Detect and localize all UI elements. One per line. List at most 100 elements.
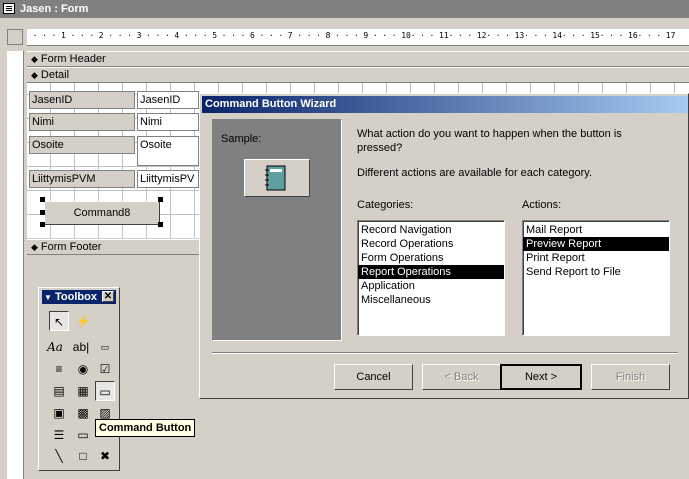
form-header-bar[interactable]: ◆ Form Header — [27, 51, 689, 67]
list-box-icon[interactable]: ▦ — [73, 381, 93, 401]
ruler-mark: 11 — [439, 31, 449, 40]
ruler-tick: · — [410, 31, 416, 40]
field-control[interactable]: JasenID — [137, 91, 199, 109]
action-item[interactable]: Mail Report — [523, 223, 669, 237]
ruler-tick: · — [599, 31, 605, 40]
label-icon[interactable]: Aa — [45, 337, 65, 357]
section-arrow-icon: ◆ — [31, 70, 38, 80]
field-label[interactable]: Nimi — [29, 113, 135, 131]
field-label[interactable]: LiittymisPVM — [29, 170, 135, 188]
horizontal-ruler: 1 · · · 2 · · · 3 · · · 4 · · · 5 · · · 6 · · · 7 · · · 8 · · · 9 · · · 10 · ·… — [27, 29, 689, 46]
ruler-mark: 16 — [628, 31, 638, 40]
form-window-icon — [3, 3, 15, 14]
ruler-mark: 14 — [552, 31, 563, 40]
action-item[interactable]: Send Report to File — [523, 265, 669, 279]
ruler-corner[interactable] — [7, 29, 23, 45]
category-item[interactable]: Form Operations — [358, 251, 504, 265]
ruler-tick: · — [618, 31, 624, 40]
category-item[interactable]: Miscellaneous — [358, 293, 504, 307]
close-icon[interactable]: ✕ — [102, 291, 114, 302]
command-button-icon[interactable]: ▭ — [95, 381, 115, 401]
ruler-tick: · — [344, 31, 350, 40]
ruler-tick: · — [637, 31, 643, 40]
selection-handle[interactable] — [40, 210, 45, 215]
ruler-tick: · — [79, 31, 85, 40]
action-item[interactable]: Print Report — [523, 251, 669, 265]
option-button-icon[interactable]: ◉ — [73, 359, 93, 379]
finish-button[interactable]: Finish — [591, 364, 670, 390]
text-box-icon[interactable]: ab| — [71, 337, 91, 357]
category-item[interactable]: Record Navigation — [358, 223, 504, 237]
ruler-tick: · — [221, 31, 227, 40]
ruler-tick: · — [89, 31, 95, 40]
toggle-button-icon[interactable]: ≡ — [49, 359, 69, 379]
ruler-tick: · — [117, 31, 123, 40]
actions-list[interactable]: Mail Report Preview Report Print Report … — [522, 220, 670, 336]
detail-bar[interactable]: ◆ Detail — [27, 67, 689, 83]
form-header-label: Form Header — [40, 53, 106, 65]
more-controls-icon[interactable]: ✖ — [95, 446, 115, 466]
field-label[interactable]: JasenID — [29, 91, 135, 109]
ruler-tick: · — [609, 31, 614, 40]
category-item[interactable]: Application — [358, 279, 504, 293]
preview-report-icon — [265, 165, 286, 191]
tab-control-icon[interactable]: ▭ — [73, 425, 93, 445]
category-item[interactable]: Record Operations — [358, 237, 504, 251]
field-label[interactable]: Osoite — [29, 136, 135, 154]
image-icon[interactable]: ▣ — [49, 403, 69, 423]
field-control[interactable]: Nimi — [137, 113, 199, 131]
ruler-tick: · — [42, 31, 47, 40]
section-arrow-icon: ◆ — [31, 54, 38, 64]
selection-handle[interactable] — [158, 197, 163, 202]
ruler-tick: · — [240, 31, 246, 40]
ruler-tick: · — [382, 31, 388, 40]
command8-button[interactable]: Command8 — [44, 201, 160, 225]
ruler-tick: · — [164, 31, 170, 40]
ruler-tick: · — [70, 31, 76, 40]
ruler-tick: · — [127, 31, 132, 40]
option-group-icon[interactable]: ▭ — [95, 337, 115, 357]
ruler-tick: · — [268, 31, 274, 40]
check-box-icon[interactable]: ☑ — [95, 359, 115, 379]
toolbox-menu-icon[interactable]: ▼ — [44, 293, 52, 302]
toolbox-window[interactable]: ▼ Toolbox ✕ ↖ ⚡ Aa ab| ▭ ≡ ◉ ☑ ▤ ▦ ▭ ▣ ▩… — [38, 287, 120, 471]
toolbox-titlebar[interactable]: ▼ Toolbox ✕ — [42, 290, 116, 304]
ruler-mark: 1 — [61, 31, 66, 40]
toolbox-tooltip: Command Button — [95, 419, 196, 437]
selection-handle[interactable] — [158, 222, 163, 227]
categories-list[interactable]: Record Navigation Record Operations Form… — [357, 220, 505, 336]
ruler-mark: 13 — [514, 31, 525, 40]
ruler-mark: 10 — [401, 31, 411, 40]
form-window-titlebar[interactable]: Jasen : Form — [0, 0, 689, 18]
combo-box-icon[interactable]: ▤ — [49, 381, 69, 401]
cancel-button[interactable]: Cancel — [334, 364, 413, 390]
ruler-tick: · — [420, 31, 425, 40]
select-objects-icon[interactable]: ↖ — [49, 311, 69, 331]
ruler-tick: · — [486, 31, 492, 40]
actions-label: Actions: — [522, 199, 562, 211]
rectangle-icon[interactable]: □ — [73, 446, 93, 466]
ruler-tick: · — [533, 31, 539, 40]
wizard-titlebar[interactable]: Command Button Wizard — [202, 96, 688, 113]
selection-handle[interactable] — [40, 197, 45, 202]
ruler-tick: · — [656, 31, 662, 40]
selection-handle[interactable] — [40, 222, 45, 227]
ruler-tick: · — [51, 31, 57, 40]
line-icon[interactable]: ╲ — [49, 446, 69, 466]
ruler-tick: · — [580, 31, 586, 40]
category-item[interactable]: Report Operations — [358, 265, 504, 279]
unbound-object-frame-icon[interactable]: ▩ — [73, 403, 93, 423]
back-button[interactable]: < Back — [422, 364, 501, 390]
control-wizards-icon[interactable]: ⚡ — [73, 311, 93, 331]
field-control[interactable]: LiittymisPV — [137, 170, 199, 188]
ruler-tick: · — [524, 31, 529, 40]
ruler-tick: · — [231, 31, 236, 40]
action-item[interactable]: Preview Report — [523, 237, 669, 251]
wizard-hint: Different actions are available for each… — [357, 167, 593, 179]
next-button[interactable]: Next > — [500, 364, 582, 390]
ruler-tick: · — [561, 31, 567, 40]
ruler-mark: 12 — [476, 31, 487, 40]
page-break-icon[interactable]: ☰ — [49, 425, 69, 445]
field-control[interactable]: Osoite — [137, 136, 199, 166]
ruler-tick: · — [571, 31, 577, 40]
